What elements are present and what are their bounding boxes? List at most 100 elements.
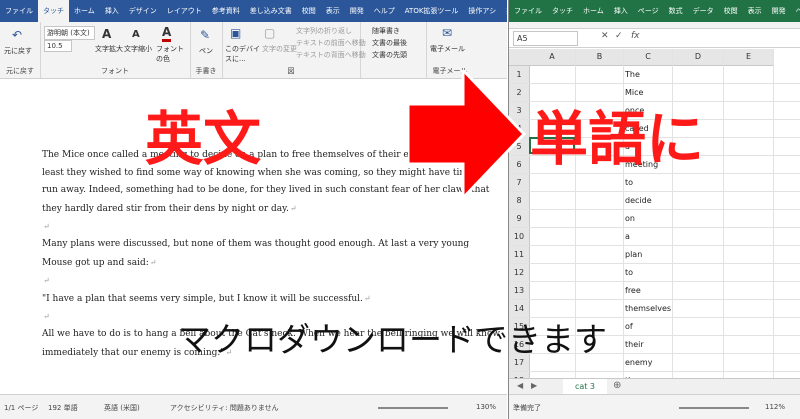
cell-c[interactable]: The (625, 66, 640, 83)
row-header[interactable]: 10 (509, 228, 530, 245)
column-header[interactable]: C (624, 49, 673, 66)
word-tab[interactable]: タッチ (38, 0, 69, 22)
table-row[interactable]: 13 free (509, 282, 800, 300)
cell-c[interactable]: of (625, 318, 633, 335)
cell-c[interactable]: to (625, 264, 633, 281)
excel-tab[interactable]: 数式 (664, 0, 688, 22)
table-row[interactable]: 11 plan (509, 246, 800, 264)
word-count[interactable]: 192 単語 (48, 403, 78, 413)
word-tab[interactable]: 開発 (345, 0, 369, 22)
draft-button[interactable]: 随筆書き (372, 26, 400, 36)
table-row[interactable]: 8 decide (509, 192, 800, 210)
excel-tab[interactable]: 開発 (767, 0, 791, 22)
column-header[interactable]: E (724, 49, 774, 66)
device-label[interactable]: このデバイスに... (225, 44, 261, 64)
table-row[interactable]: 9 on (509, 210, 800, 228)
wrap-text-button[interactable]: 文字列の折り返し (296, 26, 352, 36)
row-header[interactable]: 11 (509, 246, 530, 263)
table-row[interactable]: 10 a (509, 228, 800, 246)
cell-c[interactable]: decide (625, 192, 652, 209)
prev-sheet-icon[interactable]: ◀ (517, 381, 523, 390)
excel-tab[interactable]: ヘルプ (791, 0, 800, 22)
cell-c[interactable]: free (625, 282, 641, 299)
select-all-corner[interactable] (509, 49, 530, 66)
word-tab[interactable]: ホーム (69, 0, 100, 22)
excel-tab[interactable]: 挿入 (609, 0, 633, 22)
word-tab[interactable]: レイアウト (162, 0, 207, 22)
excel-tab[interactable]: ホーム (578, 0, 609, 22)
column-header[interactable]: A (529, 49, 576, 66)
word-tab[interactable]: 参考資料 (207, 0, 245, 22)
paragraph-2-text: Many plans were discussed, but none of t… (42, 239, 470, 268)
email-icon[interactable]: ✉ (442, 26, 452, 40)
device-icon[interactable]: ▣ (230, 26, 241, 40)
row-header[interactable]: 9 (509, 210, 530, 227)
email-label[interactable]: 電子メール (430, 44, 465, 54)
move-front-button[interactable]: テキストの前面へ移動 (296, 38, 366, 48)
name-box[interactable]: A5 (513, 31, 578, 46)
enter-icon[interactable]: ✓ (615, 31, 623, 41)
excel-zoom-slider[interactable] (679, 407, 749, 409)
paragraph-3[interactable]: "I have a plan that seems very simple, b… (42, 290, 502, 309)
pen-icon[interactable]: ✎ (200, 28, 210, 42)
doc-end-button[interactable]: 文書の最後 (372, 38, 407, 48)
shrink-font-label[interactable]: 文字縮小 (124, 44, 152, 54)
pen-label[interactable]: ペン (199, 46, 213, 56)
row-header[interactable]: 13 (509, 282, 530, 299)
paragraph-2[interactable]: Many plans were discussed, but none of t… (42, 236, 502, 272)
word-tab[interactable]: 表示 (321, 0, 345, 22)
font-size-select[interactable]: 10.5 (44, 40, 72, 52)
page-count[interactable]: 1/1 ページ (4, 403, 38, 413)
column-header[interactable]: B (576, 49, 624, 66)
cell-c[interactable]: their (625, 336, 644, 353)
cell-c[interactable]: to (625, 174, 633, 191)
move-back-button[interactable]: テキストの背面へ移動 (296, 50, 366, 60)
font-name-select[interactable]: 游明朝 (本文) (44, 26, 95, 40)
undo-icon[interactable]: ↶ (12, 28, 22, 42)
zoom-level[interactable]: 130% (476, 403, 496, 411)
excel-tab[interactable]: 校閲 (719, 0, 743, 22)
shrink-font-icon[interactable]: A (132, 29, 140, 40)
grow-font-icon[interactable]: A (102, 27, 111, 41)
change-text-label[interactable]: 文字の変更 (262, 44, 297, 54)
cancel-icon[interactable]: ✕ (601, 31, 609, 41)
formula-bar: A5 ✕ ✓ fx (509, 29, 800, 48)
word-tab[interactable]: 挿入 (100, 0, 124, 22)
doc-start-button[interactable]: 文書の先頭 (372, 50, 407, 60)
cell-c[interactable]: a (625, 228, 630, 245)
cell-c[interactable]: plan (625, 246, 642, 263)
cell-c[interactable]: on (625, 210, 635, 227)
column-header[interactable]: D (673, 49, 724, 66)
table-row[interactable]: 12 to (509, 264, 800, 282)
add-sheet-icon[interactable]: ⊕ (613, 380, 621, 391)
table-row[interactable]: 7 to (509, 174, 800, 192)
excel-zoom-level[interactable]: 112% (765, 403, 785, 411)
excel-tab[interactable]: ページ (633, 0, 664, 22)
word-tab[interactable]: ヘルプ (369, 0, 400, 22)
word-tab[interactable]: 校閲 (297, 0, 321, 22)
cell-c[interactable]: enemy (625, 354, 652, 371)
grow-font-label[interactable]: 文字拡大 (95, 44, 123, 54)
row-header[interactable]: 12 (509, 264, 530, 281)
accessibility-status[interactable]: アクセシビリティ: 問題ありません (170, 403, 279, 413)
word-tab[interactable]: ATOK拡張ツール (400, 0, 464, 22)
excel-tab[interactable]: 表示 (743, 0, 767, 22)
word-tab[interactable]: ファイル (0, 0, 38, 22)
table-row[interactable]: 1 The (509, 66, 800, 84)
font-color-icon[interactable]: A (162, 25, 172, 42)
next-sheet-icon[interactable]: ▶ (531, 381, 537, 390)
cell-c[interactable]: themselves (625, 300, 671, 317)
change-text-icon[interactable]: ▢ (264, 26, 275, 40)
word-tab[interactable]: 差し込み文書 (245, 0, 297, 22)
language[interactable]: 英語 (米国) (104, 403, 140, 413)
word-tab[interactable]: 共有 (501, 0, 507, 22)
font-color-label[interactable]: フォントの色 (156, 44, 186, 64)
word-tab[interactable]: 操作アシ (463, 0, 501, 22)
excel-tab[interactable]: ファイル (509, 0, 547, 22)
excel-tab[interactable]: データ (688, 0, 719, 22)
undo-label[interactable]: 元に戻す (4, 46, 32, 56)
zoom-slider[interactable] (378, 407, 448, 409)
fx-icon[interactable]: fx (631, 31, 640, 41)
excel-tab[interactable]: タッチ (547, 0, 578, 22)
word-tab[interactable]: デザイン (124, 0, 162, 22)
